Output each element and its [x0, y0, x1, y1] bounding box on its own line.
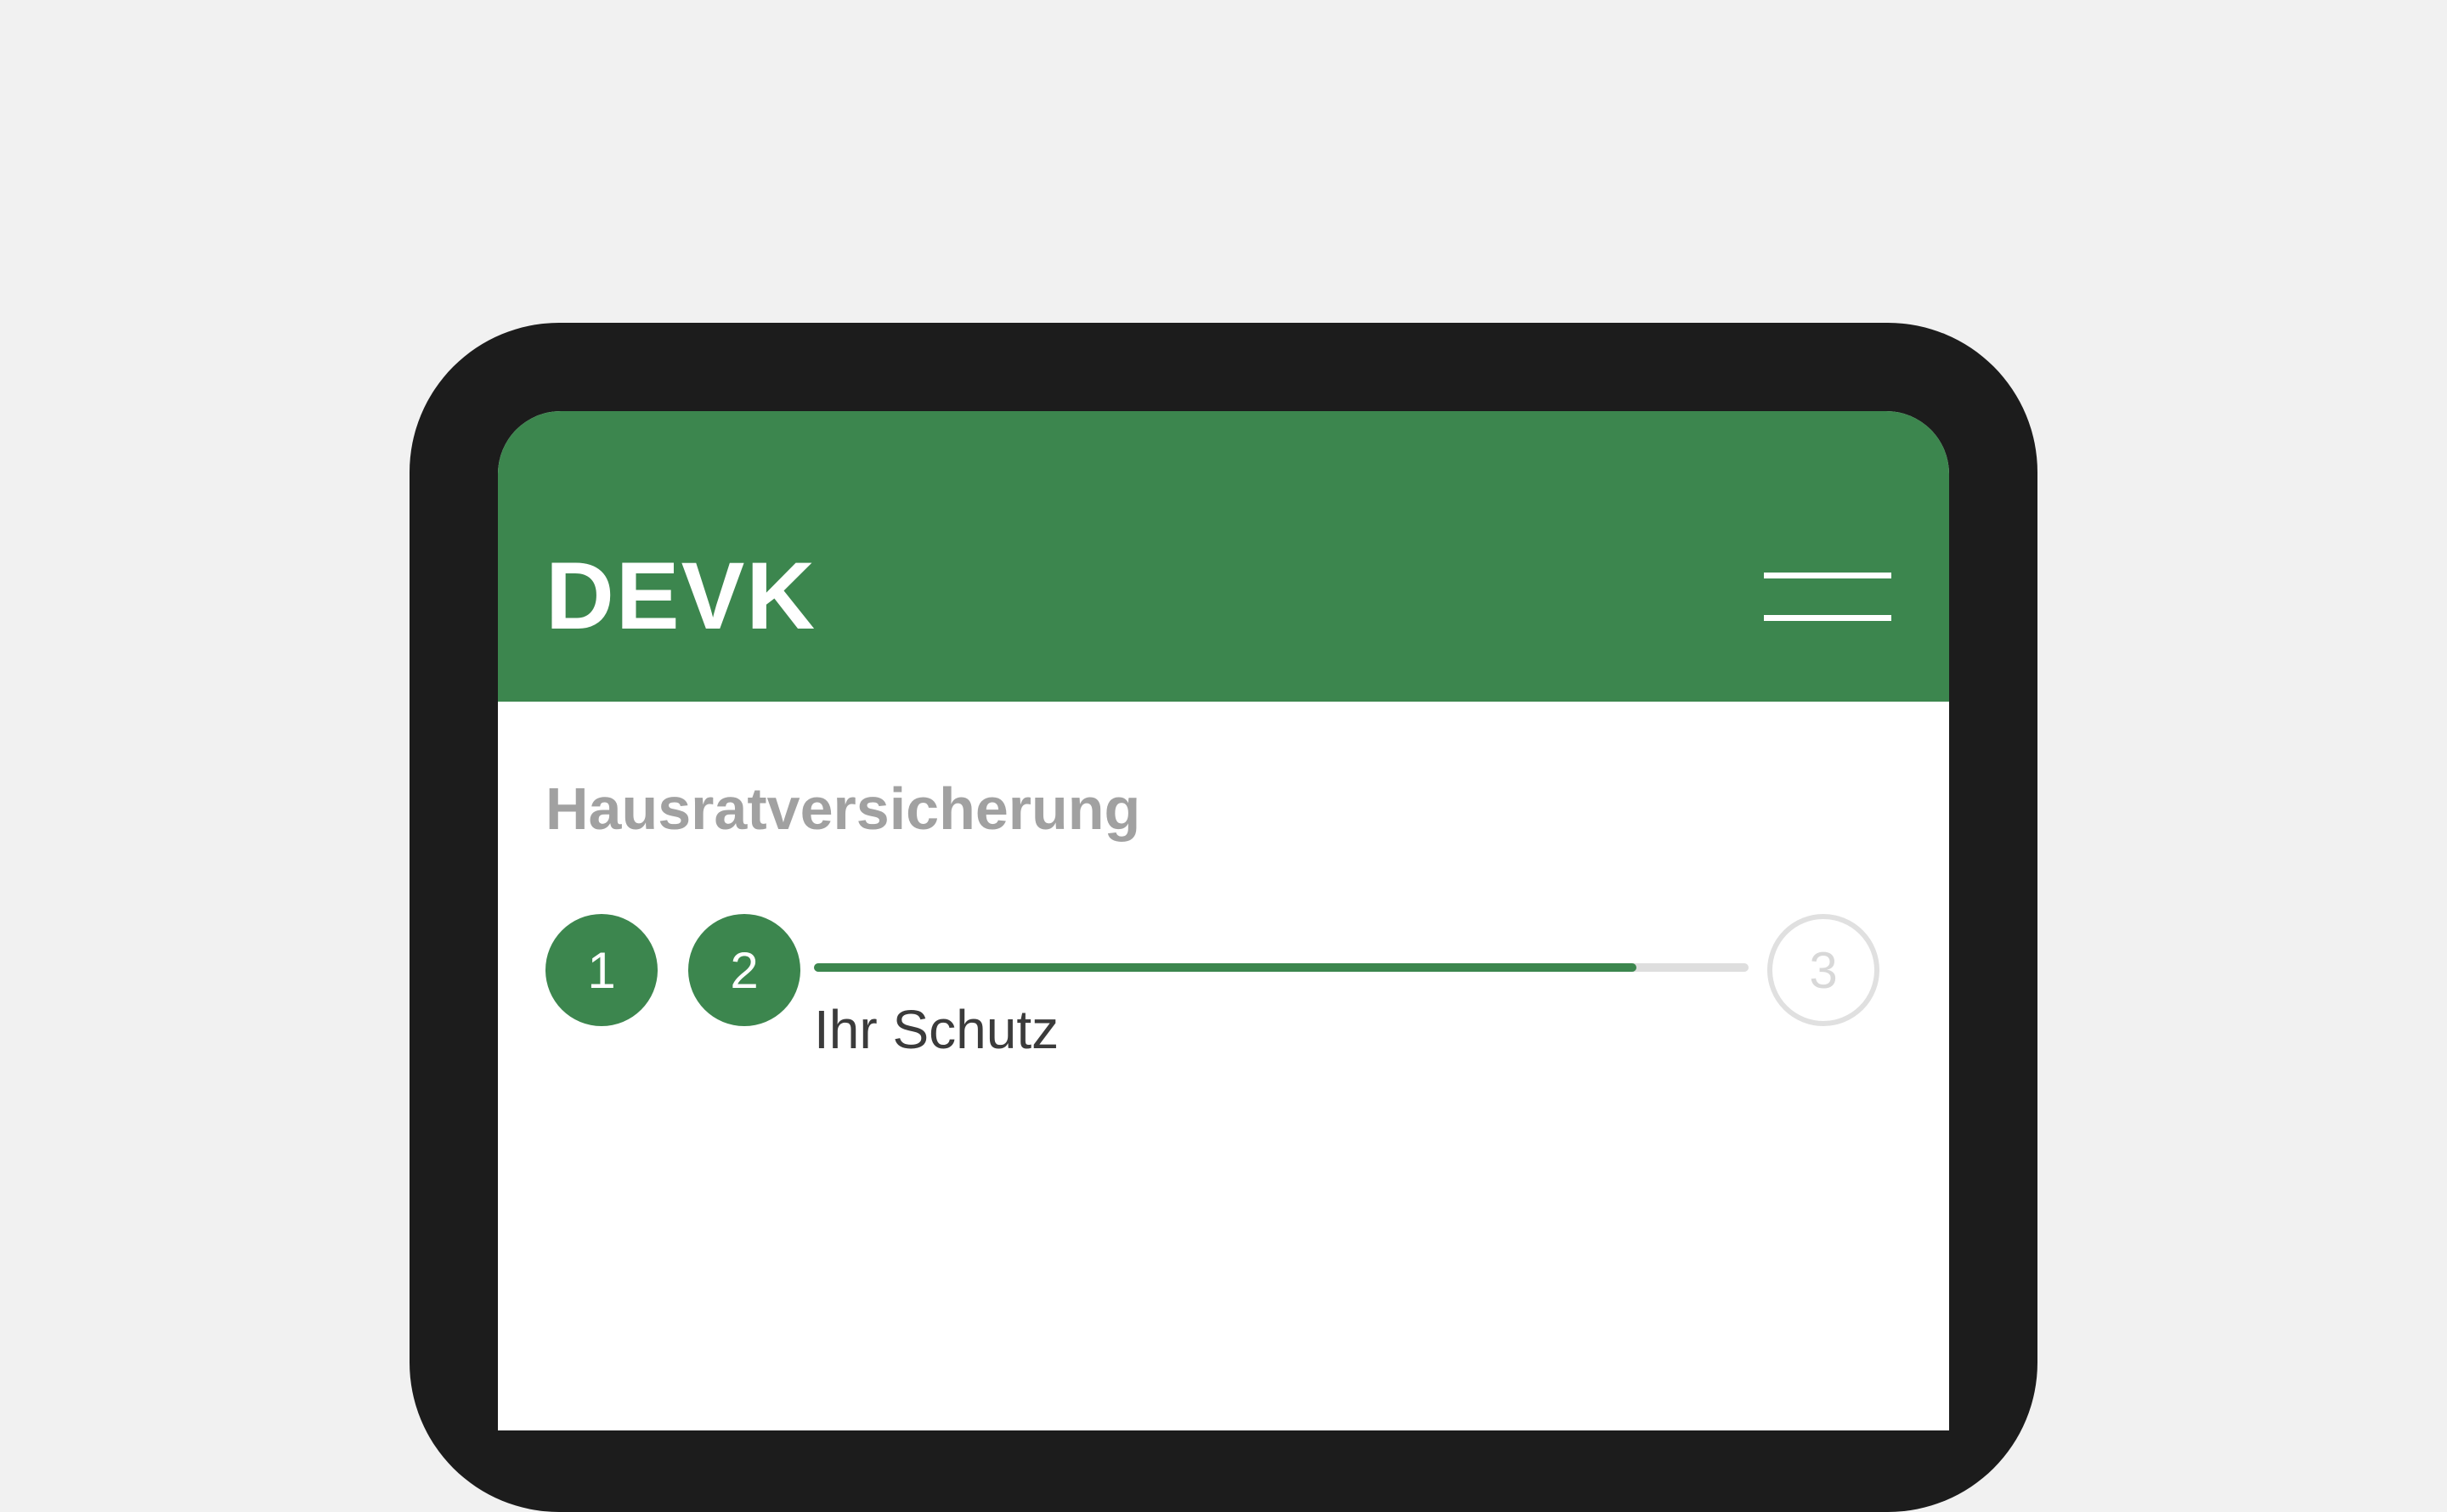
- step-2-circle[interactable]: 2: [688, 914, 800, 1026]
- page-title: Hausratversicherung: [545, 776, 1141, 842]
- devk-logo[interactable]: DEVK: [545, 549, 817, 644]
- menu-bar-top: [1764, 573, 1891, 578]
- app-header: DEVK: [498, 411, 1949, 702]
- menu-bar-bottom: [1764, 615, 1891, 621]
- step-1-circle[interactable]: 1: [545, 914, 658, 1026]
- current-step-label: Ihr Schutz: [814, 999, 1060, 1060]
- step-progress-track: [814, 963, 1749, 972]
- hamburger-menu-icon[interactable]: [1764, 571, 1891, 627]
- step-3-circle: 3: [1767, 914, 1879, 1026]
- step-progress-fill: [814, 963, 1636, 972]
- phone-screen: DEVK Hausratversicherung 1 2 3 Ihr Schut…: [498, 411, 1949, 1430]
